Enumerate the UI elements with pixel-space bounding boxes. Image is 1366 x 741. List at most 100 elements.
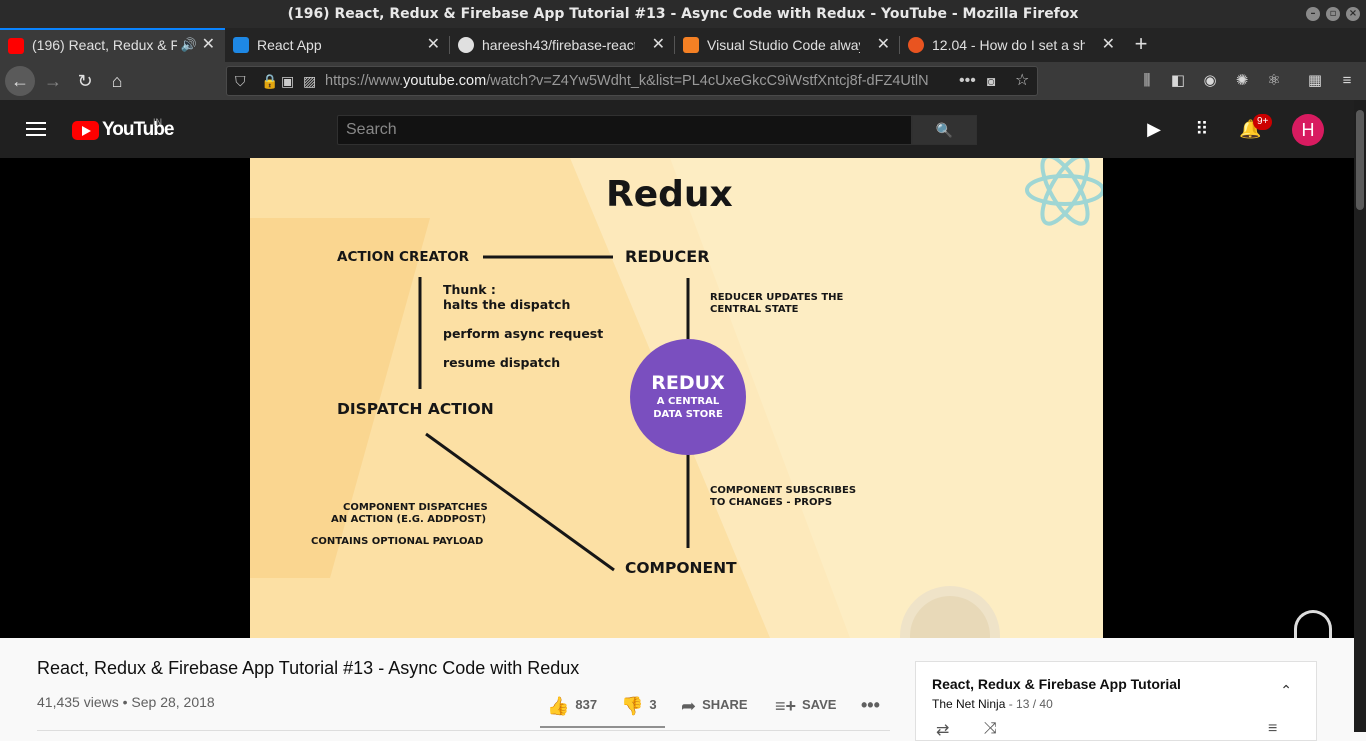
url-text[interactable]: https://www.youtube.com/watch?v=Z4Yw5Wdh… bbox=[325, 67, 949, 95]
tab-react-app[interactable]: React App ✕ bbox=[225, 28, 450, 62]
shuffle-icon[interactable]: ⤨ bbox=[984, 720, 997, 738]
save-button[interactable]: ≡+ SAVE bbox=[775, 694, 836, 716]
page-scrollbar[interactable] bbox=[1354, 100, 1366, 732]
tab-label: React App bbox=[257, 37, 322, 53]
share-arrow-icon: ➦ bbox=[681, 695, 697, 716]
chevron-up-icon[interactable]: ⌃ bbox=[1280, 682, 1292, 699]
thunk-line: perform async request bbox=[443, 326, 604, 341]
shield-icon[interactable]: ⛉ bbox=[235, 67, 246, 95]
like-ratio-bar bbox=[540, 726, 665, 728]
share-label: SHARE bbox=[702, 697, 748, 712]
country-code: IN bbox=[153, 117, 162, 127]
tab-label: Visual Studio Code always bbox=[707, 37, 860, 53]
github-icon bbox=[458, 37, 474, 53]
reducer-note: CENTRAL STATE bbox=[710, 304, 799, 315]
share-button[interactable]: ➦ SHARE bbox=[681, 694, 748, 716]
back-arrow-icon[interactable]: ← bbox=[5, 66, 35, 96]
stackoverflow-icon bbox=[683, 37, 699, 53]
youtube-header: YouTube IN Search 🔍 ▶ ⠿ 🔔 bbox=[0, 100, 1354, 158]
tab-youtube[interactable]: (196) React, Redux & Fi 🔊 ✕ bbox=[0, 28, 225, 62]
react-icon bbox=[233, 37, 249, 53]
thumbs-up-icon: 👍 bbox=[547, 695, 570, 716]
search-button[interactable]: 🔍 bbox=[912, 115, 977, 145]
close-tab-icon[interactable]: ✕ bbox=[877, 28, 890, 62]
playlist-menu-icon[interactable]: ≡ bbox=[1268, 720, 1277, 738]
video-frame[interactable]: Redux ACTION CREATOR REDUCER Thunk : hal… bbox=[250, 158, 1103, 638]
window-titlebar: (196) React, Redux & Firebase App Tutori… bbox=[0, 0, 1366, 28]
save-label: SAVE bbox=[802, 697, 837, 712]
bookmark-star-icon[interactable]: ☆ bbox=[1015, 67, 1029, 95]
thunk-line: resume dispatch bbox=[443, 355, 561, 370]
extensions-icon[interactable]: ▦ bbox=[1306, 72, 1324, 90]
search-input[interactable]: Search bbox=[337, 115, 912, 145]
reducer-note: REDUCER UPDATES THE bbox=[710, 292, 844, 303]
window-title: (196) React, Redux & Firebase App Tutori… bbox=[287, 6, 1079, 22]
tab-label: 12.04 - How do I set a sho bbox=[932, 37, 1085, 53]
scrollbar-thumb[interactable] bbox=[1356, 110, 1364, 210]
dispatch-note: COMPONENT DISPATCHES bbox=[343, 502, 488, 513]
like-button[interactable]: 👍 837 bbox=[547, 694, 597, 716]
more-actions-icon[interactable]: ••• bbox=[861, 694, 880, 716]
tab-label: hareesh43/firebase-react bbox=[482, 37, 635, 53]
close-tab-icon[interactable]: ✕ bbox=[427, 28, 440, 62]
reload-icon[interactable]: ↻ bbox=[70, 66, 100, 96]
minimize-icon[interactable]: – bbox=[1306, 7, 1320, 21]
create-video-icon[interactable]: ▶ bbox=[1143, 118, 1165, 140]
url-bar[interactable]: ⛉ 🔒 ▣ ▨ https://www.youtube.com/watch?v=… bbox=[226, 66, 1038, 96]
component-label: COMPONENT bbox=[625, 559, 737, 577]
react-devtools-icon[interactable]: ⚛ bbox=[1265, 72, 1283, 90]
avatar[interactable]: H bbox=[1292, 114, 1324, 146]
video-player[interactable]: Redux ACTION CREATOR REDUCER Thunk : hal… bbox=[0, 158, 1354, 638]
component-note: TO CHANGES - PROPS bbox=[710, 497, 833, 508]
action-creator-label: ACTION CREATOR bbox=[337, 249, 470, 265]
dislike-button[interactable]: 👎 3 bbox=[621, 694, 657, 716]
playlist-channel[interactable]: The Net Ninja bbox=[932, 697, 1005, 711]
home-icon[interactable]: ⌂ bbox=[102, 66, 132, 96]
close-window-icon[interactable]: × bbox=[1346, 7, 1360, 21]
account-icon[interactable]: ◉ bbox=[1201, 72, 1219, 90]
redux-circle-sub: DATA STORE bbox=[653, 409, 723, 420]
sidebar-icon[interactable]: ◧ bbox=[1169, 72, 1187, 90]
dispatch-note: CONTAINS OPTIONAL PAYLOAD bbox=[311, 536, 484, 547]
new-tab-icon[interactable]: + bbox=[1130, 28, 1152, 62]
menu-icon[interactable]: ≡ bbox=[1338, 72, 1356, 90]
tab-askubuntu[interactable]: 12.04 - How do I set a sho ✕ bbox=[900, 28, 1125, 62]
redux-circle-title: REDUX bbox=[651, 372, 725, 394]
youtube-icon bbox=[8, 38, 24, 54]
dislike-count: 3 bbox=[649, 697, 657, 712]
autoplay-icon[interactable]: ▨ bbox=[303, 67, 316, 95]
playlist-title[interactable]: React, Redux & Firebase App Tutorial bbox=[932, 676, 1181, 692]
video-info: React, Redux & Firebase App Tutorial #13… bbox=[0, 638, 1354, 741]
youtube-wordmark: YouTube bbox=[102, 119, 174, 140]
close-tab-icon[interactable]: ✕ bbox=[1102, 28, 1115, 62]
video-title: React, Redux & Firebase App Tutorial #13… bbox=[37, 658, 580, 678]
redux-circle-sub: A CENTRAL bbox=[656, 396, 720, 407]
close-tab-icon[interactable]: ✕ bbox=[202, 30, 215, 60]
video-meta: 41,435 views • Sep 28, 2018 bbox=[37, 694, 215, 710]
tab-github[interactable]: hareesh43/firebase-react ✕ bbox=[450, 28, 675, 62]
dispatch-action-label: DISPATCH ACTION bbox=[337, 400, 494, 418]
forward-arrow-icon[interactable]: → bbox=[38, 66, 68, 96]
extension-icon[interactable]: ✺ bbox=[1233, 72, 1251, 90]
slide-title: Redux bbox=[606, 174, 733, 215]
apps-grid-icon[interactable]: ⠿ bbox=[1191, 118, 1213, 140]
loop-icon[interactable]: ⇄ bbox=[936, 720, 949, 740]
tab-stackoverflow[interactable]: Visual Studio Code always ✕ bbox=[675, 28, 900, 62]
tab-bar: (196) React, Redux & Fi 🔊 ✕ React App ✕ … bbox=[0, 28, 1366, 62]
page-actions-icon[interactable]: ••• bbox=[959, 67, 976, 95]
maximize-icon[interactable]: ▫ bbox=[1326, 7, 1340, 21]
reducer-label: REDUCER bbox=[625, 247, 710, 266]
search-icon: 🔍 bbox=[935, 122, 954, 138]
hamburger-menu-icon[interactable] bbox=[26, 122, 46, 136]
library-icon[interactable]: ⫼ bbox=[1138, 72, 1156, 90]
speaker-icon[interactable]: 🔊 bbox=[181, 30, 197, 60]
playlist-panel[interactable]: React, Redux & Firebase App Tutorial The… bbox=[915, 661, 1317, 741]
notification-badge: 9+ bbox=[1253, 114, 1273, 130]
thumbs-down-icon: 👎 bbox=[621, 695, 644, 716]
pocket-icon[interactable]: ◙ bbox=[987, 67, 995, 95]
close-tab-icon[interactable]: ✕ bbox=[652, 28, 665, 62]
askubuntu-icon bbox=[908, 37, 924, 53]
tab-label: (196) React, Redux & Fi bbox=[32, 37, 177, 53]
permissions-icon[interactable]: ▣ bbox=[281, 67, 294, 95]
lock-icon[interactable]: 🔒 bbox=[261, 67, 278, 95]
